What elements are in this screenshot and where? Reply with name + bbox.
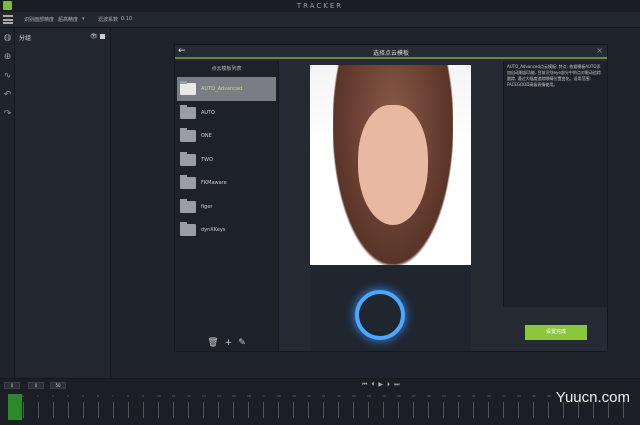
face-icon[interactable]: ◍ — [3, 34, 12, 43]
list-item[interactable]: AUTO — [177, 101, 276, 125]
frame-tick: 8 — [127, 394, 137, 418]
frame-tick: 13 — [202, 394, 212, 418]
frame-tick: 27 — [412, 394, 422, 418]
dialog-title: 选择点云模板 — [372, 50, 409, 57]
step-forward-icon[interactable]: ⏵ — [387, 381, 394, 388]
skip-end-icon[interactable]: ⏭ — [394, 381, 403, 388]
folder-icon — [180, 222, 196, 236]
frame-tick: 12 — [187, 394, 197, 418]
frame-tick: 18 — [277, 394, 287, 418]
eye-icon[interactable]: 👁 — [90, 33, 98, 40]
frame-tick: 35 — [532, 394, 542, 418]
frame-ruler[interactable]: 1 2 3 4 5 6 7 8 9 10 11 12 13 14 15 16 17 18 19 20 21 22 23 24 2… — [8, 394, 628, 422]
list-item[interactable]: AUTO_Advanced — [177, 77, 276, 101]
frame-tick: 2 — [37, 394, 47, 418]
frame-tick: 9 — [142, 394, 152, 418]
title-bar: TRACKER — [0, 0, 640, 12]
app-title: TRACKER — [296, 2, 344, 10]
frame-tick: 4 — [67, 394, 77, 418]
undo-icon[interactable]: ↶ — [3, 91, 12, 100]
close-icon[interactable]: × — [596, 46, 603, 55]
tool-sidebar: ◍ ⊕ ∿ ↶ ↷ — [0, 28, 15, 378]
frame-tick: 28 — [427, 394, 437, 418]
frame-tick: 6 — [97, 394, 107, 418]
done-button[interactable]: 设置完成 — [525, 325, 587, 340]
folder-icon — [180, 175, 196, 189]
frame-tick: 14 — [217, 394, 227, 418]
menu-icon[interactable] — [3, 15, 13, 24]
group-title: 分组 — [19, 35, 32, 42]
frame-tick: 34 — [517, 394, 527, 418]
folder-icon — [180, 198, 196, 213]
frame-tick: 16 — [247, 394, 257, 418]
watermark: Yuucn.com — [555, 389, 630, 406]
precision-dropdown[interactable]: 超高精度 — [58, 16, 78, 23]
trash-icon[interactable]: 🗑 — [207, 338, 218, 348]
frame-tick: 19 — [292, 394, 302, 418]
frame-tick: 23 — [352, 394, 362, 418]
precision-label: 识别面部精度 — [24, 17, 55, 23]
template-description: AUTO_Advanced点云模板: 特点: 依据模板AUTO添加自动眼部功能,… — [503, 61, 607, 307]
template-preview-image — [310, 65, 471, 351]
frame-tick: 15 — [232, 394, 242, 418]
frame-tick: 10 — [157, 394, 167, 418]
frame-tick: 29 — [442, 394, 452, 418]
start-frame-field[interactable]: 0 — [4, 382, 20, 389]
folder-icon — [180, 81, 196, 95]
redo-icon[interactable]: ↷ — [3, 110, 12, 119]
curve-icon[interactable]: ∿ — [3, 72, 12, 81]
list-item[interactable]: FKMaware — [177, 171, 276, 195]
list-header: 点云模板列表 — [211, 66, 242, 72]
target-icon[interactable]: ⊕ — [3, 53, 12, 62]
frame-tick: 17 — [262, 394, 272, 418]
add-icon[interactable]: + — [225, 338, 233, 348]
frame-tick: 31 — [472, 394, 482, 418]
frame-tick: 20 — [307, 394, 317, 418]
frame-tick: 5 — [82, 394, 92, 418]
filter-stepper[interactable]: 0.10 — [121, 16, 132, 22]
frame-tick: 3 — [52, 394, 62, 418]
folder-icon — [180, 104, 196, 119]
group-panel: 分组 👁 — [15, 28, 111, 378]
play-icon[interactable]: ▶ — [378, 381, 387, 388]
frame-tick: 22 — [337, 394, 347, 418]
list-item[interactable]: TWO — [177, 148, 276, 172]
filter-label: 滤波系数 — [98, 17, 119, 23]
list-item[interactable]: dynXKeys — [177, 218, 276, 242]
toolbar: 识别面部精度 超高精度 ▾ 滤波系数 0.10 — [0, 12, 640, 28]
frame-tick: 21 — [322, 394, 332, 418]
template-list: 点云模板列表 AUTO_Advanced AUTO ONE TWO FKMawa… — [175, 61, 279, 351]
frame-tick: 24 — [367, 394, 377, 418]
frame-tick: 30 — [457, 394, 467, 418]
playback-controls: ⏮⏴▶⏵⏭ — [362, 381, 403, 389]
frame-tick: 1 — [22, 394, 32, 418]
list-item[interactable]: figer — [177, 195, 276, 219]
list-item[interactable]: ONE — [177, 124, 276, 148]
end-frame-field[interactable]: 50 — [50, 382, 66, 389]
frame-tick: 33 — [502, 394, 512, 418]
template-dialog: ← 选择点云模板 × 点云模板列表 AUTO_Advanced AUTO ONE… — [174, 44, 608, 352]
folder-icon — [180, 151, 196, 166]
frame-tick: 25 — [382, 394, 392, 418]
lock-icon[interactable] — [100, 34, 105, 39]
folder-icon — [180, 128, 196, 142]
frame-tick: 11 — [172, 394, 182, 418]
current-frame-field[interactable]: 0 — [28, 382, 44, 389]
skip-start-icon[interactable]: ⏮ — [362, 381, 371, 388]
timeline: 0 0 50 ⏮⏴▶⏵⏭ 1 2 3 4 5 6 7 8 9 10 11 12 13 14 15 16 17 18… — [0, 378, 640, 425]
edit-icon[interactable]: ✎ — [238, 338, 246, 348]
frame-tick: 7 — [112, 394, 122, 418]
frame-tick: 26 — [397, 394, 407, 418]
frame-tick: 32 — [487, 394, 497, 418]
chevron-down-icon[interactable]: ▾ — [82, 16, 85, 22]
